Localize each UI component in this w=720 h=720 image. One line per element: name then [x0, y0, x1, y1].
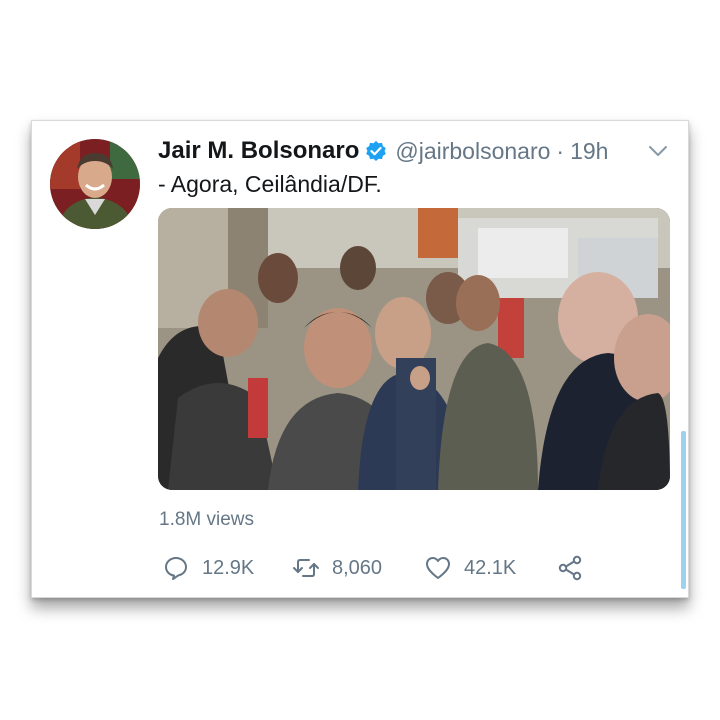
share-icon: [558, 555, 582, 581]
reply-count: 12.9K: [202, 556, 255, 579]
like-button[interactable]: 42.1K: [424, 551, 516, 585]
view-count: 1.8M views: [159, 509, 255, 530]
author-avatar[interactable]: [50, 139, 140, 229]
reply-icon: [165, 557, 187, 580]
share-button[interactable]: [556, 551, 596, 585]
retweet-icon: [293, 559, 319, 577]
tweet-card[interactable]: Jair M. Bolsonaro @jairbolsonaro · 19h -…: [31, 120, 689, 598]
tweet-actions: 12.9K 8,060 42.1K: [158, 551, 618, 585]
chevron-down-icon[interactable]: [646, 141, 670, 161]
retweet-button[interactable]: 8,060: [292, 551, 382, 585]
like-count: 42.1K: [464, 556, 517, 579]
author-handle[interactable]: @jairbolsonaro: [395, 138, 550, 165]
heart-icon: [426, 557, 450, 579]
tweet-text: - Agora, Ceilândia/DF.: [158, 171, 382, 197]
retweet-count: 8,060: [332, 556, 383, 579]
tweet-timestamp[interactable]: 19h: [570, 138, 608, 165]
verified-badge-icon: [365, 140, 387, 162]
tweet-video[interactable]: [158, 208, 670, 490]
tweet-header: Jair M. Bolsonaro @jairbolsonaro · 19h: [158, 135, 670, 167]
reply-button[interactable]: 12.9K: [162, 551, 254, 585]
header-separator: ·: [556, 137, 565, 164]
scrollbar[interactable]: [681, 431, 686, 589]
author-display-name[interactable]: Jair M. Bolsonaro: [158, 137, 359, 165]
